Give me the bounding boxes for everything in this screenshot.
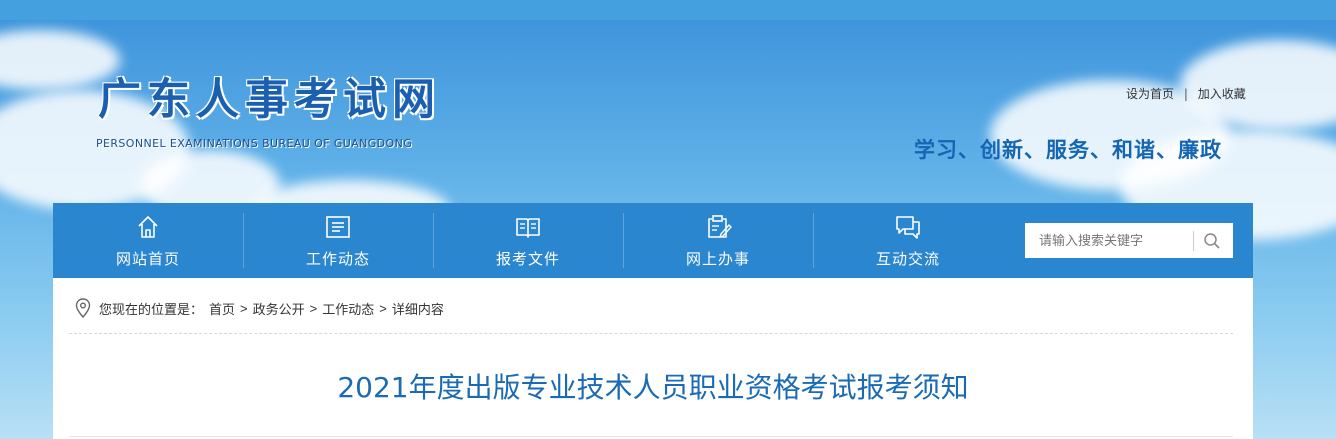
breadcrumb-separator: > <box>309 300 318 316</box>
set-homepage-link[interactable]: 设为首页 <box>1126 87 1174 101</box>
nav-item-work-news[interactable]: 工作动态 <box>243 203 433 278</box>
nav-item-label: 互动交流 <box>875 251 940 268</box>
article-title: 2021年度出版专业技术人员职业资格考试报考须知 <box>337 371 969 404</box>
search-button[interactable] <box>1194 223 1230 258</box>
breadcrumb-divider <box>69 333 1233 334</box>
nav-item-label: 工作动态 <box>305 251 370 268</box>
location-pin-icon <box>75 298 91 318</box>
site-logo-title[interactable]: 广东人事考试网 <box>98 76 441 124</box>
book-icon <box>516 218 540 238</box>
nav-item-exam-files[interactable]: 报考文件 <box>433 203 623 278</box>
top-strip <box>0 0 1336 20</box>
breadcrumb-current: 详细内容 <box>391 301 444 317</box>
search-input[interactable] <box>1039 230 1189 251</box>
breadcrumb-prefix: 您现在的位置是： <box>99 301 204 317</box>
nav-item-label: 网上办事 <box>685 251 750 268</box>
nav-item-interaction[interactable]: 互动交流 <box>813 203 1003 278</box>
content-panel: 您现在的位置是： 首页 > 政务公开 > 工作动态 > 详细内容 2021年度出… <box>53 278 1253 439</box>
nav-item-label: 网站首页 <box>115 251 180 268</box>
add-favorite-link[interactable]: 加入收藏 <box>1198 87 1246 101</box>
site-logo-subtitle: PERSONNEL EXAMINATIONS BUREAU OF GUANGDO… <box>96 137 413 150</box>
nav-item-online-services[interactable]: 网上办事 <box>623 203 813 278</box>
search-box <box>1025 223 1233 258</box>
breadcrumb-link-work-news[interactable]: 工作动态 <box>322 299 374 318</box>
nav-item-label: 报考文件 <box>495 251 560 268</box>
breadcrumb-separator: > <box>379 300 387 316</box>
news-list-icon <box>326 216 350 238</box>
top-links-separator: | <box>1183 87 1188 101</box>
site-slogan: 学习、创新、服务、和谐、廉政 <box>914 138 1222 162</box>
edit-clipboard-icon <box>708 215 732 238</box>
search-icon <box>1204 232 1220 249</box>
title-divider <box>69 436 1233 437</box>
breadcrumb: 您现在的位置是： 首页 > 政务公开 > 工作动态 > 详细内容 <box>75 298 444 318</box>
nav-item-home[interactable]: 网站首页 <box>53 203 243 278</box>
home-icon <box>138 216 158 238</box>
breadcrumb-separator: > <box>240 300 248 316</box>
chat-bubbles-icon <box>896 216 920 239</box>
breadcrumb-link-home[interactable]: 首页 <box>209 299 235 318</box>
top-links: 设为首页 | 加入收藏 <box>1126 85 1246 102</box>
breadcrumb-link-government-affairs[interactable]: 政务公开 <box>253 299 305 318</box>
